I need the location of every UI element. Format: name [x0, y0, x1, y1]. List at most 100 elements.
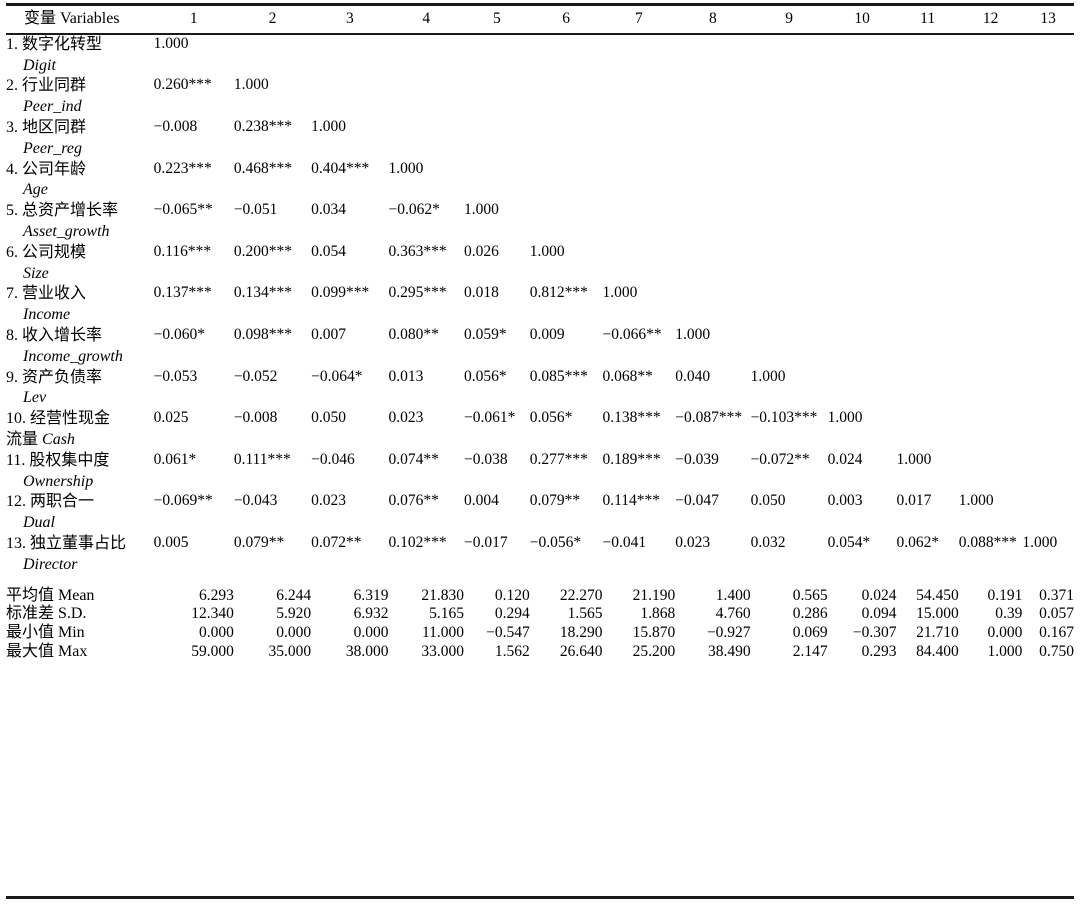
correlation-value: 0.134*** [233, 284, 292, 302]
variable-name-cn: 11. 股权集中度 [6, 451, 110, 469]
correlation-value: 0.079** [529, 492, 581, 510]
correlation-value [959, 326, 1023, 368]
header-col-8: 8 [709, 10, 717, 27]
variable-name-en: Ownership [23, 472, 94, 490]
summary-label: 最小值 Min [6, 624, 85, 642]
table-row: 2. 行业同群 Peer_ind 0.260*** 1.000 [6, 76, 1074, 118]
summary-label: 平均值 Mean [6, 586, 95, 604]
correlation-value: −0.064* [311, 367, 363, 385]
variable-label-cell: 13. 独立董事占比 Director [6, 534, 154, 576]
correlation-value: 0.054 [311, 242, 347, 260]
correlation-value [1022, 492, 1074, 534]
header-col-6: 6 [562, 10, 570, 27]
summary-value: 18.290 [559, 624, 603, 642]
correlation-value [897, 243, 959, 285]
table-row: 1. 数字化转型 Digit 1.000 [6, 35, 1074, 77]
variable-name-en: Director [23, 555, 78, 573]
correlation-value: 0.013 [388, 367, 424, 385]
variable-label-cell: 11. 股权集中度 Ownership [6, 451, 154, 493]
summary-value: 0.024 [861, 586, 897, 604]
correlation-value: −0.039 [675, 450, 719, 468]
summary-value: 33.000 [421, 643, 464, 661]
variable-name-cn: 3. 地区同群 [6, 119, 87, 137]
summary-value: 0.371 [1039, 586, 1074, 604]
table-row: 5. 总资产增长率 Asset_growth −0.065** −0.051 0.034… [6, 201, 1074, 243]
variable-name-cn: 6. 公司规模 [6, 243, 87, 261]
summary-value: 0.167 [1039, 624, 1074, 642]
correlation-matrix-table: 变量 Variables 1 2 3 4 5 6 7 8 9 10 11 12 … [6, 6, 1074, 671]
summary-value: 22.270 [559, 586, 603, 604]
correlation-value [751, 201, 828, 243]
summary-value: 21.710 [916, 624, 959, 642]
summary-value: 0.294 [494, 605, 530, 623]
correlation-value [751, 326, 828, 368]
correlation-value: 0.040 [675, 367, 711, 385]
variable-name-cn: 8. 收入增长率 [6, 327, 103, 345]
variable-name-en: Age [23, 181, 48, 199]
correlation-value: −0.087*** [675, 409, 743, 427]
correlation-value [897, 284, 959, 326]
variable-label-cell: 5. 总资产增长率 Asset_growth [6, 201, 154, 243]
correlation-value [530, 35, 603, 77]
table-row: 11. 股权集中度 Ownership 0.061* 0.111*** −0.046 0.… [6, 451, 1074, 493]
correlation-value [1022, 118, 1074, 160]
correlation-value: 0.062* [896, 534, 940, 551]
summary-value: 54.450 [916, 586, 959, 604]
correlation-value [675, 201, 750, 243]
correlation-value: 1.000 [827, 409, 863, 427]
correlation-value: −0.017 [464, 534, 508, 551]
correlation-value [675, 35, 750, 77]
summary-value: 26.640 [559, 643, 603, 661]
header-col-3: 3 [345, 10, 354, 27]
correlation-value: 0.189*** [602, 450, 661, 468]
variable-label-cell: 2. 行业同群 Peer_ind [6, 76, 154, 118]
variable-label-cell: 10. 经营性现金 流量 Cash [6, 409, 154, 451]
variable-name-cn: 13. 独立董事占比 [6, 535, 127, 552]
summary-value: 0.069 [792, 624, 828, 642]
correlation-value: 1.000 [1022, 534, 1058, 551]
correlation-value: −0.052 [233, 367, 278, 385]
variable-name-cn-wrap: 流量 Cash [6, 431, 75, 449]
correlation-value [602, 35, 675, 77]
correlation-value: −0.046 [311, 450, 355, 468]
summary-value: −0.307 [852, 624, 897, 642]
variable-name-en: Asset_growth [23, 223, 110, 241]
variable-label-cell: 8. 收入增长率 Income_growth [6, 326, 154, 368]
correlation-value [602, 201, 675, 243]
correlation-value [389, 118, 465, 160]
correlation-value [675, 118, 750, 160]
summary-value: 0.000 [987, 624, 1023, 642]
variable-name-en: Digit [23, 56, 56, 74]
correlation-value [1022, 284, 1074, 326]
correlation-value [464, 118, 530, 160]
variable-name-en: Income [23, 306, 71, 324]
correlation-value: −0.041 [602, 534, 647, 551]
correlation-value: 0.050 [750, 492, 786, 510]
correlation-value [675, 76, 750, 118]
summary-value: 0.000 [198, 624, 234, 642]
correlation-value: −0.062* [388, 201, 440, 219]
header-col-13: 13 [1040, 10, 1056, 27]
correlation-value [897, 409, 959, 451]
correlation-value [530, 76, 603, 118]
summary-value: 0.39 [995, 605, 1023, 623]
summary-value: 21.830 [421, 586, 464, 604]
correlation-value [897, 118, 959, 160]
correlation-value: 0.018 [464, 284, 499, 302]
correlation-value: −0.043 [233, 492, 278, 510]
correlation-value: 0.072** [311, 534, 362, 551]
correlation-value: 0.023 [388, 409, 424, 427]
correlation-value: 0.076** [388, 492, 439, 510]
correlation-value [897, 326, 959, 368]
correlation-value [959, 76, 1023, 118]
table-row: 8. 收入增长率 Income_growth −0.060* 0.098*** 0.00… [6, 326, 1074, 368]
table-row: 4. 公司年龄 Age 0.223*** 0.468*** 0.404*** 1.000 [6, 160, 1074, 202]
variable-name-en: Dual [23, 514, 55, 532]
correlation-value [897, 368, 959, 410]
summary-value: 6.319 [353, 586, 389, 604]
correlation-value: −0.053 [153, 367, 198, 385]
summary-label: 最大值 Max [6, 643, 88, 661]
correlation-value [1022, 326, 1074, 368]
correlation-value [828, 118, 897, 160]
summary-value: 25.200 [632, 643, 676, 661]
